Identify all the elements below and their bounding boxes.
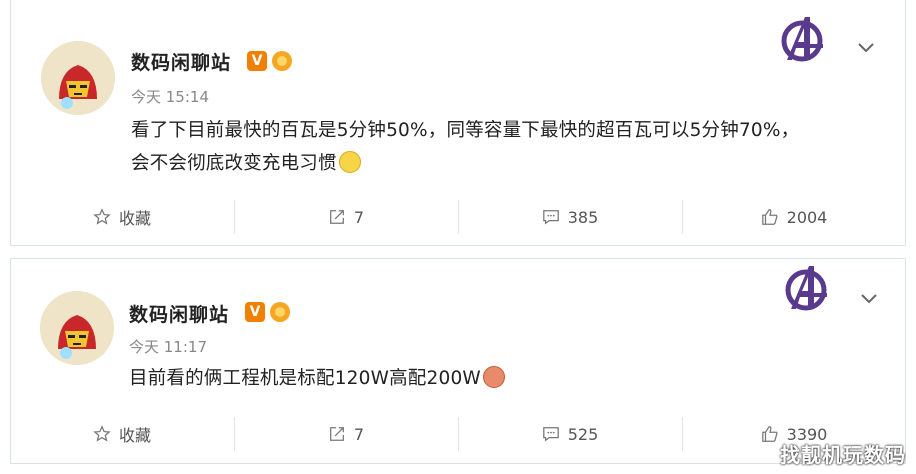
verified-v-badge: V xyxy=(247,51,267,71)
medal-icon xyxy=(270,302,290,322)
comment-count: 525 xyxy=(567,424,599,444)
comment-icon xyxy=(542,427,559,442)
verified-v-badge: V xyxy=(245,302,265,322)
avatar[interactable] xyxy=(41,41,115,115)
post-content: 目前看的俩工程机是标配120W高配200W xyxy=(129,362,505,395)
watermark-text: 找靓机玩数码 xyxy=(780,443,906,467)
thumbs-up-icon xyxy=(761,426,778,442)
repost-button[interactable]: 7 xyxy=(235,192,457,242)
content-line: 看了下目前最快的百瓦是5分钟50%，同等容量下最快的超百瓦可以5分钟70%， xyxy=(131,120,800,141)
comment-button[interactable]: 525 xyxy=(459,409,681,459)
avatar[interactable] xyxy=(40,291,114,365)
favorite-button[interactable]: 收藏 xyxy=(11,192,233,242)
weibo-post-1: 数码闲聊站 V 今天 15:14 看了下目前最快的百瓦是5分钟50%，同等容量下… xyxy=(10,0,906,246)
content-line: 会不会彻底改变充电习惯 xyxy=(131,147,799,180)
chevron-down-icon[interactable] xyxy=(857,286,881,310)
favorite-label: 收藏 xyxy=(118,426,151,445)
star-icon xyxy=(93,425,111,442)
weibo-post-2: 数码闲聊站 V 今天 11:17 目前看的俩工程机是标配120W高配200W 收… xyxy=(10,258,906,464)
avengers-logo-icon xyxy=(785,266,827,311)
post-content: 看了下目前最快的百瓦是5分钟50%，同等容量下最快的超百瓦可以5分钟70%， 会… xyxy=(131,114,799,180)
comment-button[interactable]: 385 xyxy=(459,192,681,242)
chevron-down-icon[interactable] xyxy=(854,35,878,59)
favorite-button[interactable]: 收藏 xyxy=(11,409,233,459)
avengers-logo-icon xyxy=(781,17,823,62)
content-text: 目前看的俩工程机是标配120W高配200W xyxy=(129,368,481,389)
like-button[interactable]: 2004 xyxy=(683,192,905,242)
star-icon xyxy=(93,208,111,225)
repost-icon xyxy=(329,210,344,224)
repost-button[interactable]: 7 xyxy=(235,409,457,459)
repost-icon xyxy=(329,427,344,441)
action-bar: 收藏 7 525 3390 xyxy=(11,409,905,459)
comment-icon xyxy=(542,210,559,225)
post-separator xyxy=(0,246,916,258)
action-bar: 收藏 7 385 2004 xyxy=(11,192,905,242)
favorite-label: 收藏 xyxy=(118,209,151,228)
username[interactable]: 数码闲聊站 xyxy=(129,300,229,327)
post-time[interactable]: 今天 15:14 xyxy=(131,86,209,107)
repost-count: 7 xyxy=(353,424,365,444)
content-text: 会不会彻底改变充电习惯 xyxy=(131,153,337,174)
comment-count: 385 xyxy=(567,207,599,227)
repost-count: 7 xyxy=(353,207,365,227)
username[interactable]: 数码闲聊站 xyxy=(131,48,231,75)
thumbs-up-icon xyxy=(761,209,778,225)
emoji-laugh-icon xyxy=(482,366,505,388)
emoji-smile-icon xyxy=(338,151,361,173)
like-count: 2004 xyxy=(786,207,828,227)
post-time[interactable]: 今天 11:17 xyxy=(129,336,207,357)
medal-icon xyxy=(272,51,292,71)
